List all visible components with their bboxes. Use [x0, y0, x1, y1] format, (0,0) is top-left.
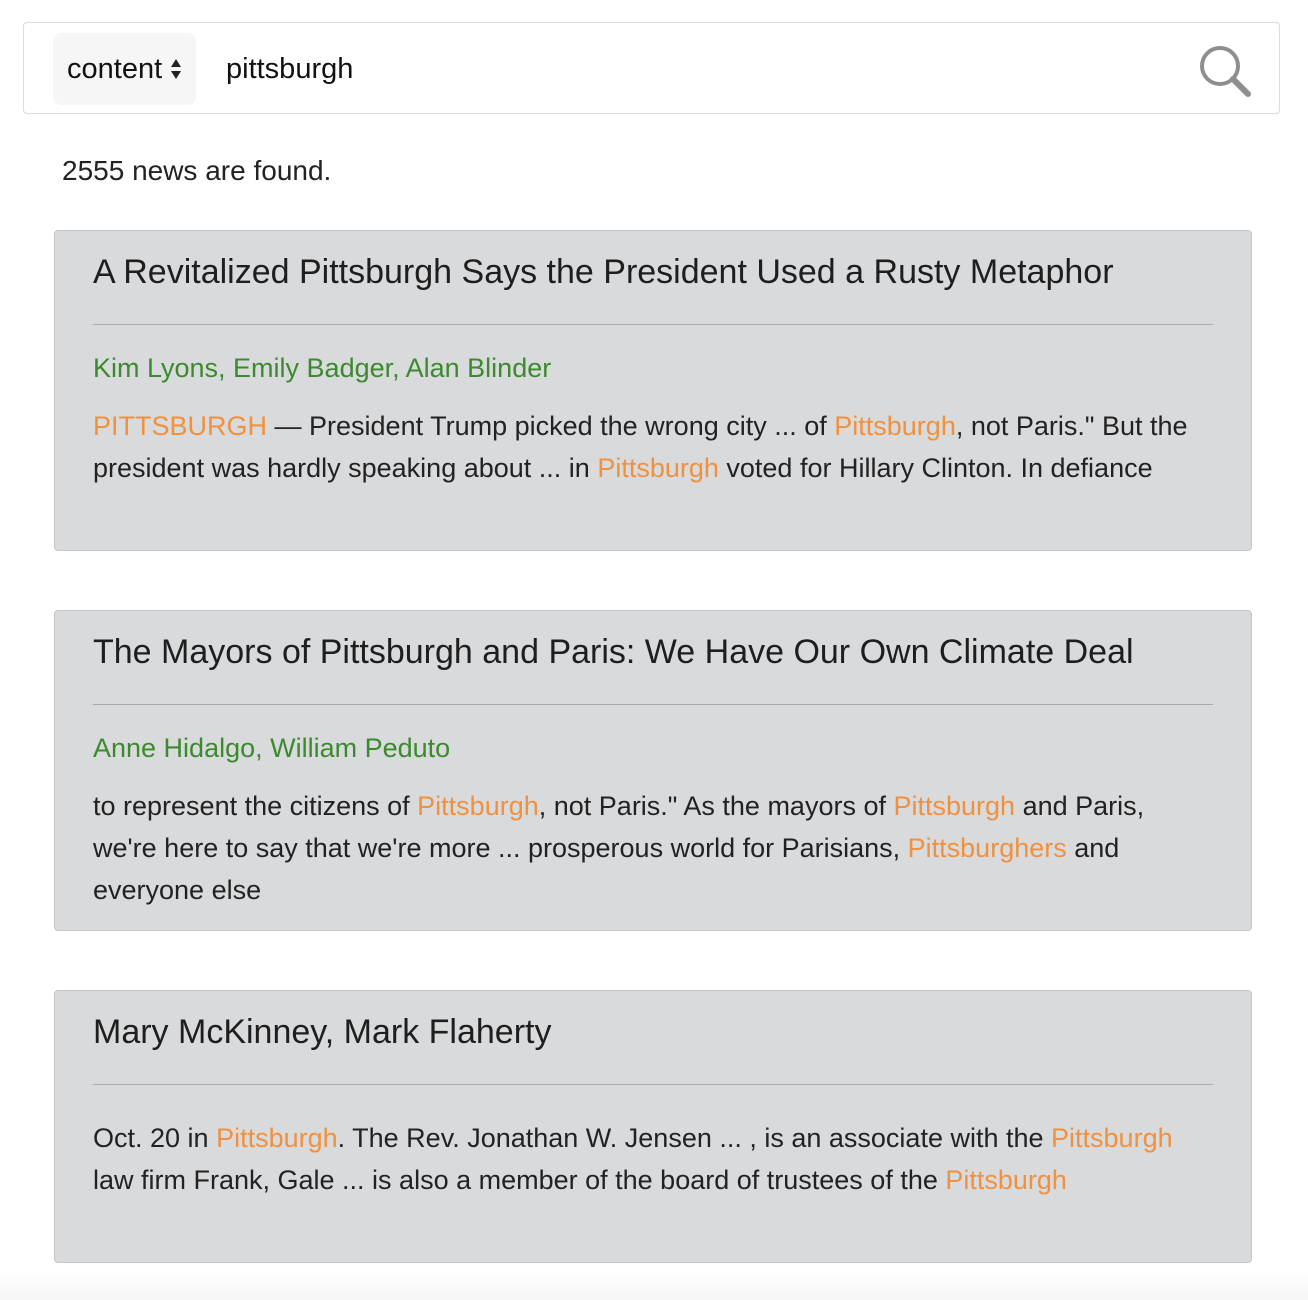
- article-card: Mary McKinney, Mark Flaherty Oct. 20 in …: [54, 990, 1252, 1263]
- bottom-strip: [0, 1270, 1308, 1300]
- article-card: A Revitalized Pittsburgh Says the Presid…: [54, 230, 1252, 551]
- search-field-label: content: [67, 52, 163, 85]
- article-snippet: PITTSBURGH — President Trump picked the …: [93, 405, 1215, 489]
- article-title[interactable]: Mary McKinney, Mark Flaherty: [93, 1013, 551, 1052]
- snippet-text: law firm Frank, Gale ... is also a membe…: [93, 1165, 946, 1195]
- highlighted-term: Pittsburghers: [907, 833, 1067, 863]
- article-title[interactable]: The Mayors of Pittsburgh and Paris: We H…: [93, 633, 1134, 672]
- highlighted-term: Pittsburgh: [216, 1123, 338, 1153]
- search-bar: content: [23, 22, 1280, 114]
- article-authors: Kim Lyons, Emily Badger, Alan Blinder: [93, 353, 552, 383]
- highlighted-term: Pittsburgh: [945, 1165, 1067, 1195]
- result-count: 2555 news are found.: [62, 155, 332, 186]
- highlighted-term: Pittsburgh: [597, 453, 719, 483]
- highlighted-term: Pittsburgh: [834, 411, 956, 441]
- highlighted-term: Pittsburgh: [417, 791, 539, 821]
- article-title[interactable]: A Revitalized Pittsburgh Says the Presid…: [93, 253, 1114, 292]
- article-authors: Anne Hidalgo, William Peduto: [93, 733, 451, 763]
- highlighted-term: Pittsburgh: [893, 791, 1016, 821]
- snippet-text: , not Paris." As the mayors of: [538, 791, 894, 821]
- snippet-text: — President Trump picked the wrong city …: [267, 411, 835, 441]
- search-input[interactable]: [226, 45, 1166, 93]
- divider: [93, 324, 1213, 325]
- sort-arrows-icon: [170, 57, 182, 81]
- divider: [93, 704, 1213, 705]
- snippet-text: to represent the citizens of: [93, 791, 418, 821]
- divider: [93, 1084, 1213, 1085]
- highlighted-term: PITTSBURGH: [93, 411, 268, 441]
- article-snippet: to represent the citizens of Pittsburgh,…: [93, 785, 1215, 911]
- article-snippet: Oct. 20 in Pittsburgh. The Rev. Jonathan…: [93, 1117, 1215, 1201]
- search-field-select[interactable]: content: [53, 33, 196, 105]
- highlighted-term: Pittsburgh: [1051, 1123, 1173, 1153]
- article-card: The Mayors of Pittsburgh and Paris: We H…: [54, 610, 1252, 931]
- search-icon[interactable]: [1197, 43, 1253, 99]
- snippet-text: voted for Hillary Clinton. In defiance: [718, 453, 1153, 483]
- snippet-text: Oct. 20 in: [93, 1123, 217, 1153]
- snippet-text: . The Rev. Jonathan W. Jensen ... , is a…: [337, 1123, 1052, 1153]
